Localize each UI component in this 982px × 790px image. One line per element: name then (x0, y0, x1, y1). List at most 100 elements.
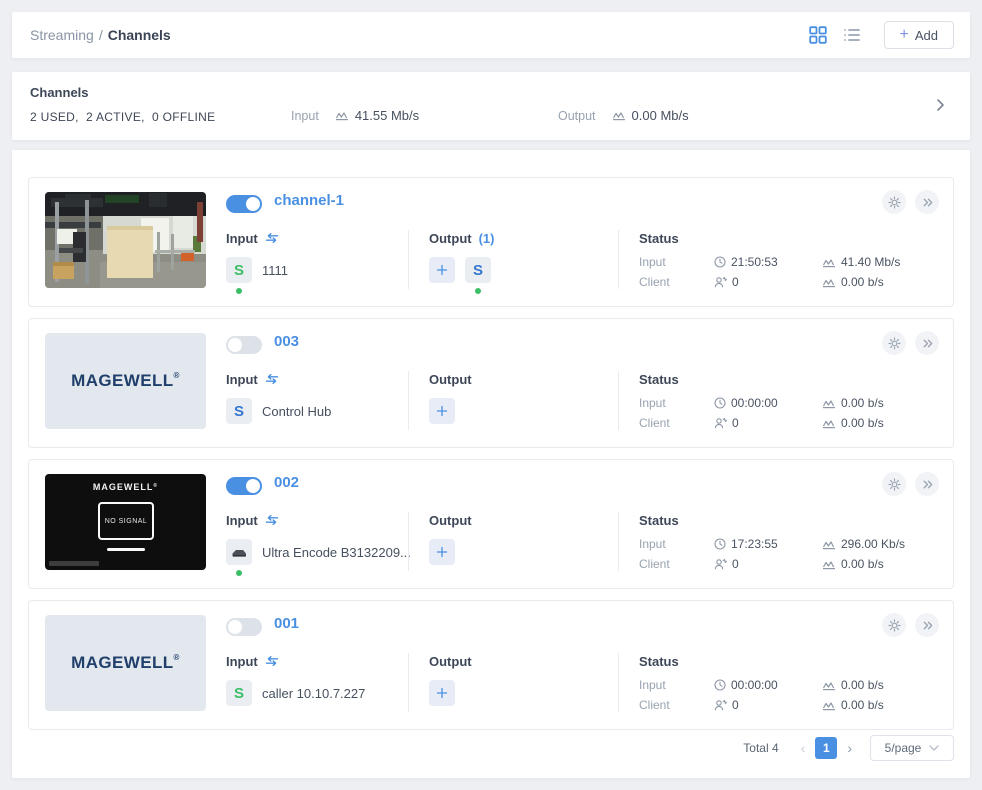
status-client-count: 0 (732, 698, 739, 712)
output-stream-chip[interactable]: S (465, 257, 491, 283)
input-active-dot (236, 570, 242, 576)
live-preview-image (45, 192, 206, 288)
bitrate-icon (822, 278, 835, 287)
clients-icon (714, 558, 727, 570)
channel-thumbnail[interactable] (45, 192, 206, 288)
status-client-rate: 0.00 b/s (841, 416, 884, 430)
plus-icon (436, 687, 448, 699)
status-column-header: Status (639, 653, 679, 669)
channel-list: channel-1 Input S 1111 Output (1) S Stat… (12, 150, 970, 778)
page-1-button[interactable]: 1 (815, 737, 838, 759)
channel-expand-button[interactable] (915, 190, 939, 214)
channel-expand-button[interactable] (915, 472, 939, 496)
output-column-header: Output (429, 230, 472, 246)
srt-icon: S (233, 402, 244, 420)
page-size-select[interactable]: 5/page (870, 735, 954, 761)
swap-arrows-icon[interactable] (265, 232, 279, 244)
channel-card: MAGEWELL® 001 Input S caller 10.10.7.227… (28, 600, 954, 730)
status-client-rate: 0.00 b/s (841, 698, 884, 712)
prev-page-button[interactable]: ‹ (795, 741, 812, 755)
bitrate-icon (822, 419, 835, 428)
summary-input-rate: 41.55 Mb/s (354, 108, 420, 123)
next-page-button[interactable]: › (841, 741, 858, 755)
gear-icon (887, 195, 901, 209)
plus-icon (436, 264, 448, 276)
channel-enable-toggle[interactable] (226, 618, 262, 636)
summary-input-label: Input (291, 108, 319, 123)
breadcrumb-streaming[interactable]: Streaming (30, 27, 94, 43)
summary-usage-counts: 2 USED, 2 ACTIVE, 0 OFFLINE (30, 110, 216, 124)
swap-arrows-icon[interactable] (265, 373, 279, 385)
output-active-dot (475, 288, 481, 294)
add-output-button[interactable] (429, 680, 455, 706)
channel-enable-toggle[interactable] (226, 195, 262, 213)
channel-expand-button[interactable] (915, 331, 939, 355)
channel-enable-toggle[interactable] (226, 336, 262, 354)
status-input-rate: 0.00 b/s (841, 678, 884, 692)
channel-name-link[interactable]: channel-1 (274, 192, 344, 209)
status-input-time: 00:00:00 (731, 396, 778, 410)
status-client-count: 0 (732, 416, 739, 430)
channel-name-link[interactable]: 002 (274, 474, 299, 491)
status-column-header: Status (639, 230, 679, 246)
summary-input-metric: Input 41.55 Mb/s (291, 108, 419, 123)
status-input-rate: 296.00 Kb/s (841, 537, 906, 551)
bitrate-icon (822, 701, 835, 710)
chevron-right-icon[interactable] (932, 96, 948, 119)
channel-thumbnail[interactable]: MAGEWELL® NO SIGNAL (45, 474, 206, 570)
clients-icon (714, 276, 727, 288)
input-source-chip[interactable]: S (226, 680, 252, 706)
add-output-button[interactable] (429, 539, 455, 565)
plus-icon (436, 546, 448, 558)
input-source-chip[interactable]: S (226, 398, 252, 424)
output-count: (1) (478, 230, 495, 246)
clients-icon (714, 699, 727, 711)
channel-thumbnail[interactable]: MAGEWELL® (45, 615, 206, 711)
status-input-rate: 0.00 b/s (841, 396, 884, 410)
add-button[interactable]: + Add (883, 21, 954, 49)
input-source-label: Control Hub (262, 403, 332, 419)
input-source-label: Ultra Encode B3132209... (262, 544, 411, 560)
swap-arrows-icon[interactable] (265, 514, 279, 526)
channel-enable-toggle[interactable] (226, 477, 262, 495)
add-output-button[interactable] (429, 257, 455, 283)
channels-summary-bar[interactable]: Channels 2 USED, 2 ACTIVE, 0 OFFLINE Inp… (12, 72, 970, 140)
output-chips (429, 539, 618, 565)
channel-name-link[interactable]: 003 (274, 333, 299, 350)
status-input-label: Input (639, 678, 666, 692)
output-chips: S (429, 257, 618, 294)
input-source-chip[interactable] (226, 539, 252, 565)
input-source-chip[interactable]: S (226, 257, 252, 283)
gear-icon (887, 336, 901, 350)
add-output-button[interactable] (429, 398, 455, 424)
plus-icon: + (899, 25, 909, 43)
status-input-label: Input (639, 396, 666, 410)
channel-settings-button[interactable] (882, 613, 906, 637)
output-column-header: Output (429, 371, 472, 387)
status-input-label: Input (639, 255, 666, 269)
pagination: Total 4 ‹ 1 › 5/page (743, 735, 954, 761)
input-source-label: 1111 (262, 262, 289, 278)
grid-view-icon[interactable] (808, 25, 828, 45)
channel-settings-button[interactable] (882, 190, 906, 214)
status-client-label: Client (639, 275, 670, 289)
status-client-rate: 0.00 b/s (841, 557, 884, 571)
output-chips (429, 680, 618, 706)
page-size-value: 5/page (884, 741, 922, 755)
status-input-rate: 41.40 Mb/s (841, 255, 901, 269)
swap-arrows-icon[interactable] (265, 655, 279, 667)
channel-name-link[interactable]: 001 (274, 615, 299, 632)
channel-thumbnail[interactable]: MAGEWELL® (45, 333, 206, 429)
status-client-count: 0 (732, 275, 739, 289)
list-view-icon[interactable] (842, 25, 862, 45)
channel-settings-button[interactable] (882, 472, 906, 496)
summary-output-metric: Output 0.00 Mb/s (558, 108, 689, 123)
magewell-logo-image: MAGEWELL® (45, 615, 206, 711)
magewell-logo-image: MAGEWELL® (45, 333, 206, 429)
top-bar: Streaming / Channels + Add (12, 12, 970, 58)
input-source-label: caller 10.10.7.227 (262, 685, 366, 701)
encoder-device-icon (232, 550, 246, 557)
channel-settings-button[interactable] (882, 331, 906, 355)
breadcrumb: Streaming / Channels (30, 27, 171, 43)
channel-expand-button[interactable] (915, 613, 939, 637)
